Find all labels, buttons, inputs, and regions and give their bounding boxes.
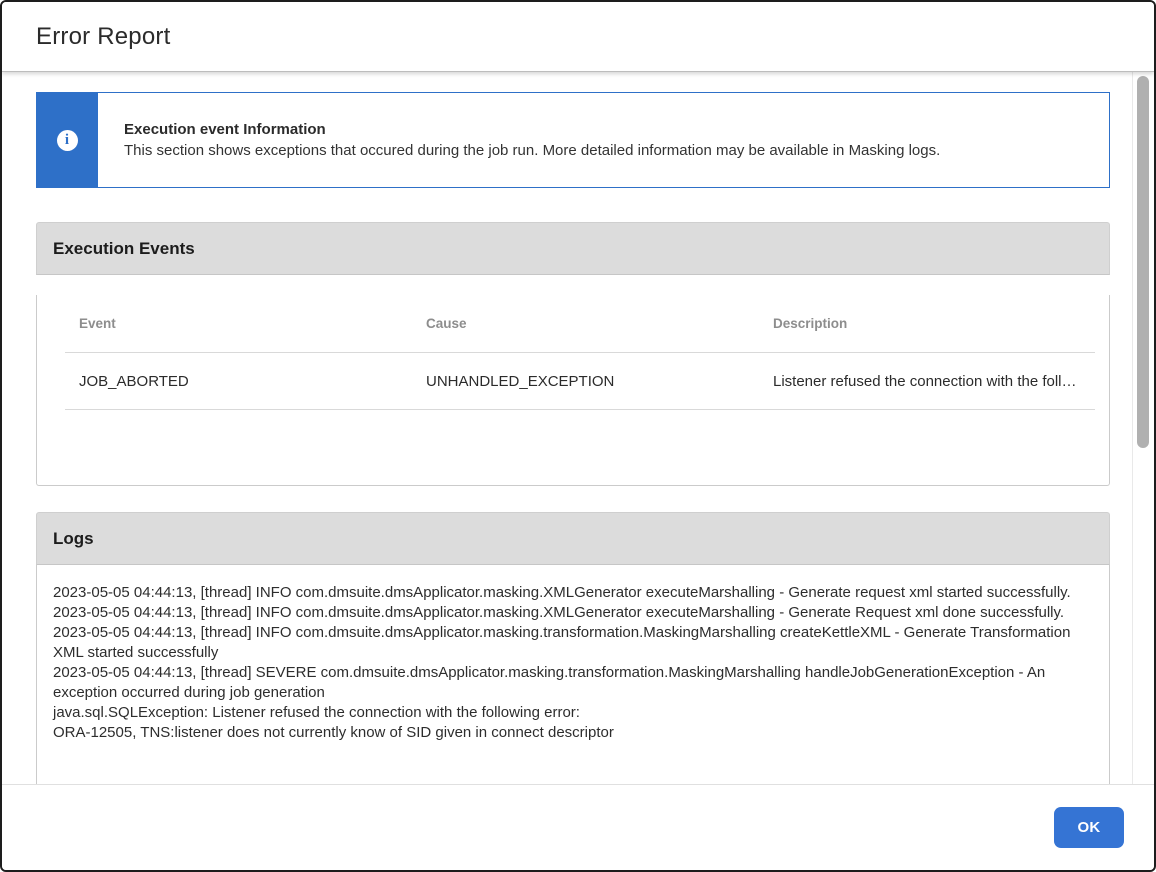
scrollbar-thumb[interactable]: [1137, 76, 1149, 448]
info-banner-text: Execution event Information This section…: [98, 93, 940, 187]
column-header-event: Event: [65, 316, 412, 331]
log-line: 2023-05-05 04:44:13, [thread] INFO com.d…: [53, 623, 1079, 663]
info-icon: i: [57, 130, 78, 151]
info-banner-description: This section shows exceptions that occur…: [124, 140, 940, 161]
log-line: 2023-05-05 04:44:13, [thread] INFO com.d…: [53, 583, 1079, 603]
events-table-header-row: Event Cause Description: [65, 295, 1095, 353]
cell-event: JOB_ABORTED: [65, 373, 412, 390]
log-output: 2023-05-05 04:44:13, [thread] INFO com.d…: [36, 565, 1110, 784]
column-header-cause: Cause: [412, 316, 759, 331]
logs-title: Logs: [53, 529, 94, 549]
dialog-body: i Execution event Information This secti…: [2, 72, 1154, 784]
log-line: 2023-05-05 04:44:13, [thread] SEVERE com…: [53, 663, 1079, 703]
dialog-title: Error Report: [36, 23, 170, 51]
dialog-content: i Execution event Information This secti…: [36, 92, 1110, 784]
events-table: Event Cause Description JOB_ABORTED UNHA…: [65, 295, 1095, 410]
log-line: java.sql.SQLException: Listener refused …: [53, 703, 1079, 723]
logs-panel: Logs 2023-05-05 04:44:13, [thread] INFO …: [36, 512, 1110, 784]
info-icon-box: i: [36, 92, 98, 188]
info-banner: i Execution event Information This secti…: [36, 92, 1110, 188]
execution-events-header: Execution Events: [36, 222, 1110, 275]
table-row: JOB_ABORTED UNHANDLED_EXCEPTION Listener…: [65, 353, 1095, 410]
info-banner-title: Execution event Information: [124, 119, 940, 140]
column-header-description: Description: [759, 316, 1095, 331]
dialog-header: Error Report: [2, 2, 1154, 72]
cell-cause: UNHANDLED_EXCEPTION: [412, 373, 759, 390]
dialog-footer: OK: [2, 784, 1154, 870]
cell-description: Listener refused the connection with the…: [759, 373, 1095, 390]
logs-header: Logs: [36, 512, 1110, 565]
log-line: 2023-05-05 04:44:13, [thread] INFO com.d…: [53, 603, 1079, 623]
scrollbar-track[interactable]: [1132, 72, 1154, 784]
execution-events-panel: Execution Events Event Cause Description…: [36, 222, 1110, 486]
execution-events-title: Execution Events: [53, 239, 195, 259]
execution-events-body: Event Cause Description JOB_ABORTED UNHA…: [36, 295, 1110, 486]
log-line: ORA-12505, TNS:listener does not current…: [53, 723, 1079, 743]
error-report-dialog: Error Report i Execution event Informati…: [0, 0, 1156, 872]
ok-button[interactable]: OK: [1054, 807, 1124, 848]
